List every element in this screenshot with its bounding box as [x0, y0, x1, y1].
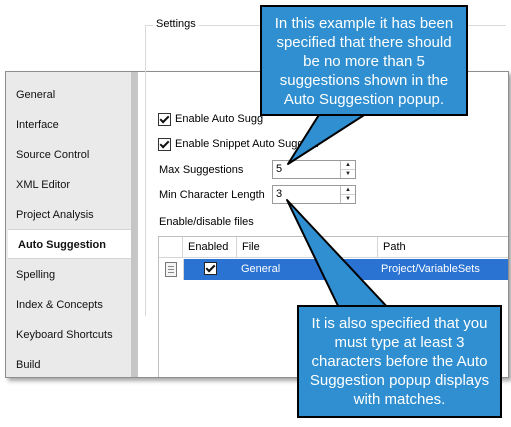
- top-callout-pointer: [287, 109, 373, 165]
- bottom-callout-text: It is also specified that you must type …: [309, 315, 490, 408]
- top-callout-text: In this example it has been specified th…: [274, 15, 454, 108]
- top-callout: In this example it has been specified th…: [260, 5, 468, 116]
- bottom-callout-pointer: [286, 199, 391, 311]
- bottom-callout: It is also specified that you must type …: [297, 305, 502, 418]
